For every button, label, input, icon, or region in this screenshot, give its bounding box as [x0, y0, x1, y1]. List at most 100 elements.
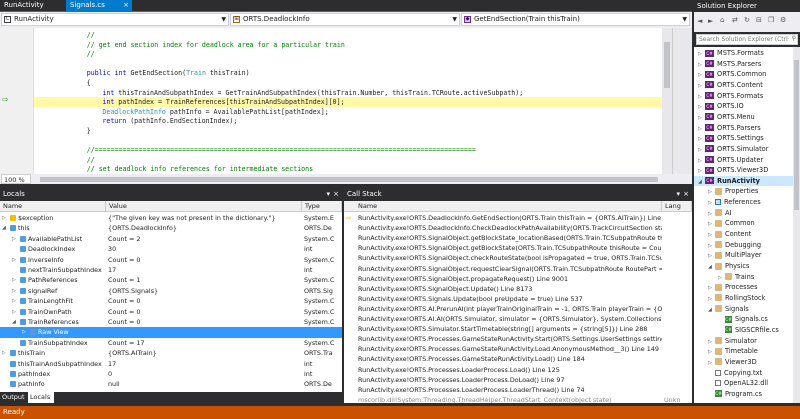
callstack-row[interactable]: RunActivity.exe!ORTS.SignalObject.propag… [344, 274, 692, 284]
callstack-row[interactable]: RunActivity.exe!ORTS.AI.AI(ORTS.Simulato… [344, 314, 692, 324]
solution-item[interactable]: ▷ Common [694, 218, 793, 228]
locals-row[interactable]: ▷ thisTrain {ORTS.AITrain} ORTS.Tra [0, 348, 342, 358]
locals-row[interactable]: ▷ TrainOwnPath Count = 0 System.C [0, 307, 342, 317]
solution-item[interactable]: ▷ Timetable [694, 346, 793, 356]
solution-item[interactable]: ▷ C# MSTS.Formats [694, 48, 793, 58]
pin-icon[interactable]: ▾ [326, 188, 330, 200]
solution-item[interactable]: ▷ C# ORTS.Simulator [694, 144, 793, 154]
callstack-row[interactable]: RunActivity.exe!ORTS.SignalObject.reques… [344, 264, 692, 274]
local-value[interactable]: {ORTS.Signals} [108, 286, 300, 296]
properties-icon[interactable]: ⚙ [780, 16, 786, 24]
close-icon[interactable]: × [333, 188, 339, 200]
solution-scroll-thumb[interactable] [794, 60, 799, 210]
locals-row[interactable]: thisTrainAndSubpathIndex 17 int [0, 359, 342, 369]
refresh-icon[interactable]: ↻ [744, 16, 750, 24]
editor-scroll-thumb[interactable] [664, 42, 670, 88]
solution-item[interactable]: ◢ Signals [694, 304, 793, 314]
expand-toggle-icon[interactable]: ▷ [12, 296, 16, 306]
callstack-header-name[interactable]: Name [344, 201, 662, 212]
local-value[interactable]: Count = 0 [108, 307, 300, 317]
callstack-row[interactable]: RunActivity.exe!ORTS.Processes.LoaderPro… [344, 385, 692, 395]
locals-row[interactable]: ◢ this {ORTS.DeadlockInfo} ORTS.De [0, 223, 342, 233]
expand-toggle-icon[interactable]: ▷ [12, 307, 16, 317]
expand-toggle-icon[interactable]: ▷ [12, 275, 16, 285]
callstack-row[interactable]: RunActivity.exe!ORTS.Processes.LoaderPro… [344, 365, 692, 375]
local-value[interactable]: 17 [108, 359, 300, 369]
locals-row[interactable]: ▷ signalRef {ORTS.Signals} ORTS.Sig [0, 286, 342, 296]
local-value[interactable]: null [108, 379, 300, 389]
expand-toggle-icon[interactable]: ▷ [12, 234, 16, 244]
solution-item[interactable]: ◢ C# RunActivity [694, 175, 793, 187]
locals-row[interactable]: ▷ AvailablePathList Count = 2 System.C [0, 234, 342, 244]
locals-row[interactable]: pathInfo null ORTS.De [0, 379, 342, 389]
home-icon[interactable]: ⌂ [720, 16, 724, 24]
locals-row[interactable]: ▷ InverseInfo Count = 0 System.C [0, 255, 342, 265]
locals-row[interactable]: TrainSubpathIndex Count = 17 System.C [0, 338, 342, 348]
solution-item[interactable]: ▷ C# ORTS.IO [694, 101, 793, 111]
solution-item[interactable]: ▷ C# ORTS.Settings [694, 133, 793, 143]
solution-item[interactable]: ▷ C# ORTS.Parsers [694, 123, 793, 133]
callstack-row[interactable]: RunActivity.exe!ORTS.Processes.GameState… [344, 344, 692, 354]
callstack-row[interactable]: RunActivity.exe!ORTS.SignalObject.getBlo… [344, 233, 692, 243]
expand-toggle-icon[interactable]: ▷ [2, 348, 6, 358]
callstack-row[interactable]: RunActivity.exe!ORTS.Processes.GameState… [344, 334, 692, 344]
pin-icon[interactable]: ▾ [676, 188, 680, 200]
solution-item[interactable]: C# Signals.cs [694, 314, 793, 324]
code-editor[interactable]: //// get end section index for deadlock … [34, 28, 662, 174]
callstack-row[interactable]: RunActivity.exe!ORTS.SignalObject.getBlo… [344, 243, 692, 253]
solution-item[interactable]: ▷ C# MSTS.Parsers [694, 59, 793, 69]
expand-toggle-icon[interactable]: ◢ [12, 317, 16, 327]
callstack-row[interactable]: RunActivity.exe!ORTS.SignalObject.checkR… [344, 253, 692, 263]
solution-item[interactable]: ▷ C# ORTS.Common [694, 69, 793, 79]
local-value[interactable]: Count = 2 [108, 234, 300, 244]
editor-horizontal-scrollbar[interactable] [40, 177, 658, 182]
locals-row[interactable]: nextTrainSubpathIndex 17 int [0, 265, 342, 275]
expand-toggle-icon[interactable]: ▷ [12, 255, 16, 265]
solution-item[interactable]: ▷ Processes [694, 282, 793, 292]
callstack-row[interactable]: RunActivity.exe!ORTS.Signals.Update(bool… [344, 294, 692, 304]
locals-row[interactable]: ▷ $exception {"The given key was not prese… [0, 213, 342, 223]
solution-item[interactable]: OpenAL32.dll [694, 378, 793, 388]
solution-item[interactable]: ▷ AI [694, 208, 793, 218]
callstack-row[interactable]: mscorlib.dll!System.Threading.ThreadHelp… [344, 395, 692, 403]
solution-item[interactable]: ▷ Properties [694, 186, 793, 196]
solution-item[interactable]: ▷ RollingStock [694, 293, 793, 303]
tab-locals[interactable]: Locals [28, 392, 54, 403]
solution-item[interactable]: ▷ Debugging [694, 240, 793, 250]
sync-icon[interactable]: ⇄ [732, 16, 738, 24]
close-icon[interactable]: × [683, 188, 689, 200]
expand-toggle-icon[interactable]: ▷ [2, 213, 6, 223]
type-combo[interactable]: ⊞ ORTS.DeadlockInfo ▼ [230, 13, 460, 26]
solution-item[interactable]: ▷ C# ORTS.Viewer3D [694, 165, 793, 175]
solution-item[interactable]: ▷ Content [694, 229, 793, 239]
local-value[interactable]: Count = 1 [108, 275, 300, 285]
local-value[interactable]: {ORTS.DeadlockInfo} [108, 223, 300, 233]
solution-item[interactable]: ▷ Trains [694, 272, 793, 282]
solution-item[interactable]: ▷ Viewer3D [694, 357, 793, 367]
solution-search-box[interactable]: ⚲ [696, 34, 798, 45]
solution-item[interactable]: ▷ C# ORTS.Updater [694, 155, 793, 165]
callstack-row[interactable]: RunActivity.exe!ORTS.Processes.GameState… [344, 354, 692, 364]
member-combo[interactable]: ◆ GetEndSection(Train thisTrain) ▼ [461, 13, 690, 26]
back-icon[interactable]: ◄ [697, 17, 702, 25]
locals-header-type[interactable]: Type [302, 201, 342, 212]
callstack-row[interactable]: RunActivity.exe!ORTS.SignalObject.Update… [344, 284, 692, 294]
solution-item[interactable]: ▷ C# ORTS.Content [694, 80, 793, 90]
local-value[interactable]: Count = 0 [108, 255, 300, 265]
locals-row[interactable]: ▷ Raw View [0, 327, 342, 338]
solution-item[interactable]: ◢ Physics [694, 261, 793, 271]
tab-signals-cs[interactable]: Signals.cs × [66, 0, 132, 11]
locals-header-value[interactable]: Value [106, 201, 302, 212]
local-value[interactable]: 30 [108, 244, 300, 254]
solution-item[interactable]: ▷ MultiPlayer [694, 250, 793, 260]
callstack-row[interactable]: RunActivity.exe!ORTS.Processes.LoaderPro… [344, 375, 692, 385]
project-combo[interactable]: C RunActivity ▼ [1, 13, 229, 26]
solution-item[interactable]: ▷ C# ORTS.Menu [694, 112, 793, 122]
zoom-level[interactable]: 100 % [1, 174, 31, 184]
solution-item[interactable]: Copying.txt [694, 368, 793, 378]
solution-item[interactable]: ▷ References [694, 197, 793, 207]
callstack-header-lang[interactable]: Lang [662, 201, 692, 212]
callstack-row[interactable]: RunActivity.exe!ORTS.Simulator.StartTime… [344, 324, 692, 334]
collapse-all-icon[interactable]: ⊟ [756, 16, 762, 24]
locals-row[interactable]: pathIndex 0 int [0, 369, 342, 379]
